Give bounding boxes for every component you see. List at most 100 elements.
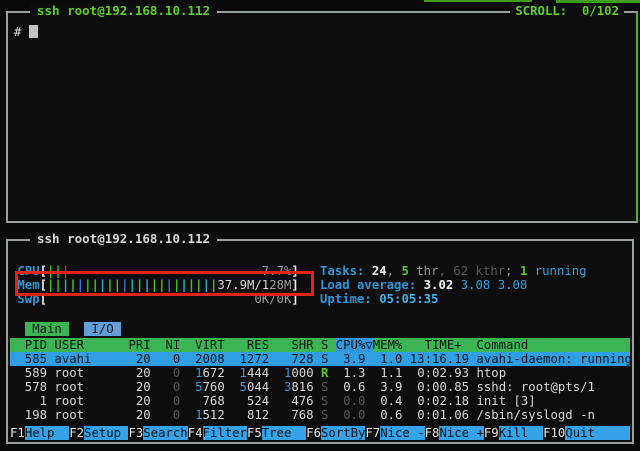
terminal-screen: ssh root@192.168.10.112 SCROLL: 0/102 # … — [0, 0, 640, 451]
fkey-number: F4 — [188, 426, 203, 440]
fkey-label: Help — [25, 426, 69, 440]
text-cursor — [29, 25, 38, 38]
text-segment: 3.02 — [424, 278, 461, 292]
fkey-tree[interactable]: F5Tree — [247, 426, 306, 440]
text-segment: 816 — [291, 380, 313, 394]
fkey-label: Nice - — [380, 426, 424, 440]
text-segment: ; — [505, 264, 520, 278]
screen-tabs: Main I/O — [10, 322, 630, 336]
fkey-number: F1 — [10, 426, 25, 440]
text-segment: 0.4 0:02.18 init [3] — [365, 394, 535, 408]
text-segment: Tasks: — [320, 264, 372, 278]
text-segment — [180, 408, 195, 422]
text-segment: Uptime: — [320, 292, 379, 306]
text-segment: 0.0 — [328, 408, 365, 422]
text-segment: 512 — [203, 408, 225, 422]
fkey-number: F10 — [543, 426, 565, 440]
table-row[interactable]: 589 root 20 0 1672 1444 1000 R 1.3 1.1 0… — [10, 366, 630, 380]
text-segment: 585 avahi 20 0 2008 1272 728 S 3.9 1.0 1… — [10, 352, 632, 366]
fkey-number: F5 — [247, 426, 262, 440]
text-segment: 0.0 — [328, 394, 365, 408]
annotation-highlight-box — [15, 271, 314, 296]
text-segment: PID USER PRI NI VIRT RES SHR S — [10, 338, 336, 352]
fkey-nice-[interactable]: F8Nice + — [425, 426, 484, 440]
function-key-bar: F1Help F2Setup F3SearchF4FilterF5Tree F6… — [10, 426, 630, 440]
fkey-number: F9 — [484, 426, 499, 440]
text-segment: 578 root 20 — [10, 380, 151, 394]
fkey-label: Filter — [203, 426, 247, 440]
fkey-sortby[interactable]: F6SortBy — [306, 426, 365, 440]
text-segment: 3.08 — [461, 278, 498, 292]
text-segment: 589 root 20 — [10, 366, 151, 380]
text-segment: 0 — [151, 366, 181, 380]
text-segment: 812 768 — [225, 408, 321, 422]
fkey-label: Nice + — [439, 426, 483, 440]
terminal-pane-shell[interactable]: ssh root@192.168.10.112 SCROLL: 0/102 # — [6, 11, 638, 223]
process-table-header[interactable]: PID USER PRI NI VIRT RES SHR S CPU%▽MEM%… — [10, 338, 630, 352]
text-segment: MEM% TIME+ Command — [373, 338, 528, 352]
uptime: Uptime: 05:05:35 — [320, 292, 630, 306]
text-segment — [69, 322, 84, 336]
shell-prompt: # — [14, 25, 29, 39]
text-segment: , — [387, 264, 402, 278]
fkey-kill[interactable]: F9Kill — [484, 426, 543, 440]
text-segment: 1 — [195, 408, 202, 422]
text-segment: 1.3 1.1 0:02.93 htop — [328, 366, 506, 380]
video-artifact-line — [424, 0, 532, 2]
text-segment — [225, 380, 240, 394]
table-row[interactable]: 198 root 20 0 1512 812 768 S 0.0 0.6 0:0… — [10, 408, 630, 422]
text-segment — [180, 380, 195, 394]
table-row[interactable]: 585 avahi 20 0 2008 1272 728 S 3.9 1.0 1… — [10, 352, 630, 366]
fkey-nice-[interactable]: F7Nice - — [365, 426, 424, 440]
fkey-label: Setup — [84, 426, 128, 440]
fkey-quit[interactable]: F10Quit — [543, 426, 630, 440]
text-segment: 24 — [372, 264, 387, 278]
text-segment: 198 root 20 — [10, 408, 151, 422]
fkey-search[interactable]: F3Search — [128, 426, 187, 440]
text-segment: thr — [409, 264, 439, 278]
text-segment: Load average: — [320, 278, 424, 292]
tasks-summary: Tasks: 24, 5 thr, 62 kthr; 1 running — [320, 264, 630, 278]
text-segment: 760 — [203, 380, 225, 394]
shell-prompt-line: # — [14, 25, 634, 39]
table-row[interactable]: 1 root 20 0 768 524 476 S 0.0 0.4 0:02.1… — [10, 394, 630, 408]
fkey-label: Search — [143, 426, 187, 440]
terminal-pane-htop[interactable]: ssh root@192.168.10.112 CPU[||| 7.7%] Me… — [6, 239, 634, 444]
fkey-label: Kill — [499, 426, 543, 440]
text-segment — [180, 366, 195, 380]
tab-main[interactable]: Main — [25, 322, 69, 336]
text-segment: 1 — [240, 366, 247, 380]
load-average: Load average: 3.02 3.08 3.08 — [320, 278, 630, 292]
text-segment: 3.08 — [498, 278, 528, 292]
fkey-number: F6 — [306, 426, 321, 440]
text-segment: 0 — [151, 408, 181, 422]
fkey-label: Tree — [262, 426, 306, 440]
text-segment: running — [527, 264, 586, 278]
fkey-number: F7 — [365, 426, 380, 440]
text-segment — [314, 380, 321, 394]
text-segment: 444 — [247, 366, 269, 380]
pane-title: ssh root@192.168.10.112 — [30, 232, 217, 246]
fkey-filter[interactable]: F4Filter — [188, 426, 247, 440]
text-segment — [269, 380, 284, 394]
fkey-number: F3 — [128, 426, 143, 440]
text-segment: 044 — [247, 380, 269, 394]
scroll-indicator: SCROLL: 0/102 — [510, 4, 624, 18]
fkey-label: SortBy — [321, 426, 365, 440]
fkey-setup[interactable]: F2Setup — [69, 426, 128, 440]
video-artifact-line — [556, 0, 640, 3]
fkey-number: F2 — [69, 426, 84, 440]
text-segment — [314, 366, 321, 380]
text-segment: 0 — [151, 380, 181, 394]
text-segment: , — [438, 264, 453, 278]
text-segment: 1 — [195, 366, 202, 380]
fkey-help[interactable]: F1Help — [10, 426, 69, 440]
tab-io[interactable]: I/O — [84, 322, 121, 336]
sort-column-cpu[interactable]: CPU%▽ — [336, 338, 373, 352]
text-segment: 5 — [240, 380, 247, 394]
text-segment: 5 — [195, 380, 202, 394]
text-segment: 000 — [291, 366, 313, 380]
fkey-number: F8 — [425, 426, 440, 440]
text-segment: 62 kthr — [453, 264, 505, 278]
table-row[interactable]: 578 root 20 0 5760 5044 3816 S 0.6 3.9 0… — [10, 380, 630, 394]
